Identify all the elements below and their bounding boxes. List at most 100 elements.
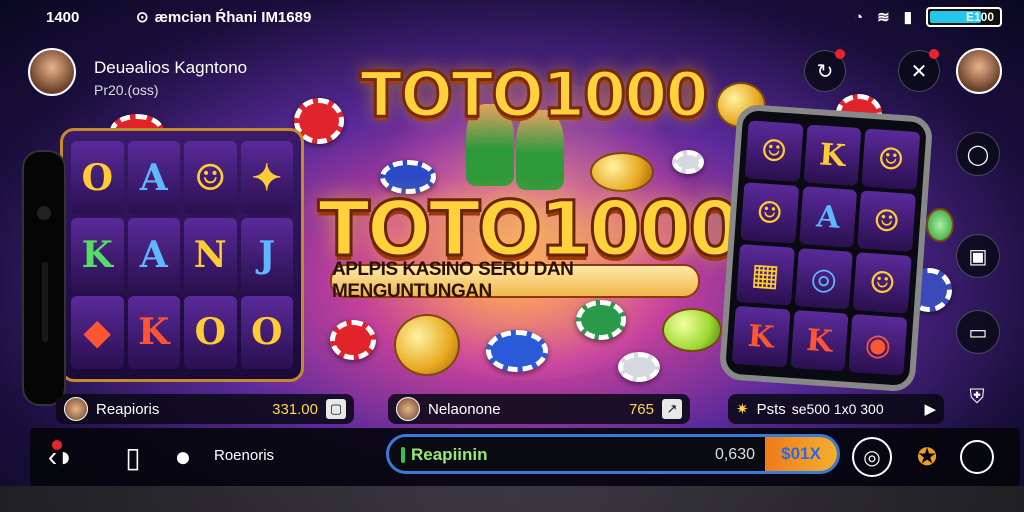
title-subtitle: APLPIS KASINO SERU DAN MENGUNTUNGAN [330, 259, 700, 302]
progress-indicator [401, 447, 405, 463]
play-icon[interactable]: ▶ [924, 400, 936, 418]
refresh-button[interactable]: ↻ [804, 49, 846, 92]
status-bar: 1400 ⊙ æmciən Ŕhani IM1689 ◔ ≋ ▮ E100 [0, 0, 1024, 34]
chat-button[interactable]: ◯ [956, 132, 1000, 176]
multiplier-badge[interactable]: $01X [765, 437, 837, 471]
title-logo-top: TOTO1000 [359, 57, 711, 133]
slot-symbol: O [240, 295, 293, 369]
slot-symbol: ◆ [71, 295, 124, 369]
phone-slot-screen: ☺ K ☺ ☺ A ☺ ▦ ◎ ☺ K K ◉ [731, 120, 921, 376]
close-button[interactable]: ✕ [898, 49, 940, 92]
star-icon: ✷ [736, 401, 749, 418]
wifi-icon: ≋ [877, 9, 890, 26]
camera-icon: ▣ [968, 245, 988, 268]
green-coin [662, 308, 722, 352]
slot-symbol: N [184, 218, 237, 292]
slot-symbol: K [790, 309, 849, 372]
camera-button[interactable]: ▣ [956, 234, 1000, 278]
profile-name: Deuəalios Kagntono [94, 58, 248, 77]
slot-symbol: O [71, 141, 124, 215]
slot-symbol: ☺ [857, 190, 916, 253]
avatar[interactable] [956, 48, 1002, 94]
notification-dot [835, 49, 845, 59]
status-right: ◔ ≋ ▮ E100 [854, 7, 1002, 27]
shield-button[interactable]: ⛨ [958, 378, 996, 416]
slot-symbol: A [798, 186, 858, 248]
phone-icon: ▯ [125, 441, 141, 473]
battery-icon: E100 [926, 7, 1002, 27]
mini-avatar [396, 397, 420, 421]
trophy-icon: ✪ [916, 443, 938, 471]
info-bar-value: 765 [628, 400, 654, 418]
info-bar-2[interactable]: Nelaonone 765 ↗ [388, 394, 690, 424]
info-bar-value: se500 1x0 300 [791, 401, 884, 417]
chat-icon: ◯ [966, 143, 990, 166]
progress-label: Reapiinin [411, 445, 488, 464]
screen-button[interactable]: ▭ [956, 310, 1000, 354]
slot-symbol: ☺ [853, 252, 912, 314]
slot-symbol: A [127, 218, 180, 292]
camera-lens [37, 206, 51, 220]
arrow-icon[interactable]: ↗ [662, 399, 682, 419]
slot-symbol: O [184, 295, 237, 369]
status-notification: ⊙ æmciən Ŕhani IM1689 [136, 8, 312, 27]
screen-icon: ▭ [968, 321, 988, 344]
slot-symbol: ☺ [184, 141, 237, 215]
slot-symbol: J [240, 218, 293, 292]
slot-machine-left: O A ☺ ✦ K A N J ◆ K O O [60, 128, 304, 382]
bottom-label: Roenoris [214, 447, 275, 464]
timer-icon: ◎ [863, 446, 881, 469]
slot-symbol: K [71, 218, 124, 292]
profile-subtitle: Pr20.(oss) [94, 82, 159, 98]
trophy-button[interactable]: ✪ [908, 438, 946, 476]
slot-symbol: ▦ [736, 243, 795, 306]
notification-dot [52, 440, 62, 450]
gold-coin [394, 314, 460, 376]
slot-symbol: A [127, 141, 180, 215]
slot-symbol: ◉ [848, 314, 908, 376]
casino-chip [576, 300, 626, 340]
square-icon[interactable]: ▢ [326, 399, 346, 419]
progress-field[interactable]: Reapiinin 0,630 $01X [386, 434, 840, 474]
status-time: 1400 [46, 8, 80, 26]
mic-button[interactable]: ● [164, 438, 202, 476]
slot-symbol: ✦ [240, 141, 293, 215]
refresh-icon: ↻ [816, 60, 834, 83]
progress-amount: 0,630 [714, 446, 755, 463]
casino-chip [618, 352, 660, 382]
signal-icon: ▮ [903, 9, 912, 26]
slot-symbol: ☺ [861, 128, 921, 191]
info-bar-name: Reapioris [96, 400, 160, 418]
phone-side-button [42, 262, 48, 342]
phone-right: ☺ K ☺ ☺ A ☺ ▦ ◎ ☺ K K ◉ [718, 103, 934, 393]
notification-dot [929, 49, 939, 59]
info-bar-3[interactable]: ✷ Psts se500 1x0 300 ▶ [728, 394, 944, 424]
slot-reels: O A ☺ ✦ K A N J ◆ K O O [71, 141, 293, 369]
phone-left [22, 150, 66, 406]
battery-text: E100 [965, 10, 994, 24]
bottom-strip [0, 486, 1024, 512]
slot-symbol: ☺ [744, 120, 804, 182]
slot-symbol: ☺ [740, 182, 799, 244]
casino-chip [330, 320, 376, 360]
info-bar-name: Nelaonone [428, 400, 501, 418]
circle-button[interactable] [960, 440, 994, 474]
bottom-bar: ‹◗ ▯ ● Roenoris Reapiinin 0,630 $01X ◎ ✪ [30, 428, 1020, 486]
profile-avatar[interactable] [28, 48, 76, 96]
slot-symbol: K [731, 305, 791, 368]
mic-icon: ● [174, 441, 192, 472]
timer-button[interactable]: ◎ [852, 437, 892, 477]
phone-button[interactable]: ▯ [114, 438, 152, 476]
green-coin [926, 208, 954, 242]
back-button[interactable]: ‹◗ [42, 438, 80, 476]
info-bar-1[interactable]: Reapioris 331.00 ▢ [56, 394, 354, 424]
slot-symbol: ◎ [794, 248, 854, 310]
mini-avatar [64, 397, 88, 421]
notification-text: æmciən Ŕhani IM1689 [154, 8, 312, 26]
info-bar-name: Psts [756, 400, 786, 418]
clock-icon: ⊙ [136, 9, 149, 26]
info-bar-value: 331.00 [272, 400, 318, 418]
slot-symbol: K [127, 295, 180, 369]
casino-chip [486, 330, 548, 372]
close-icon: ✕ [910, 60, 928, 83]
